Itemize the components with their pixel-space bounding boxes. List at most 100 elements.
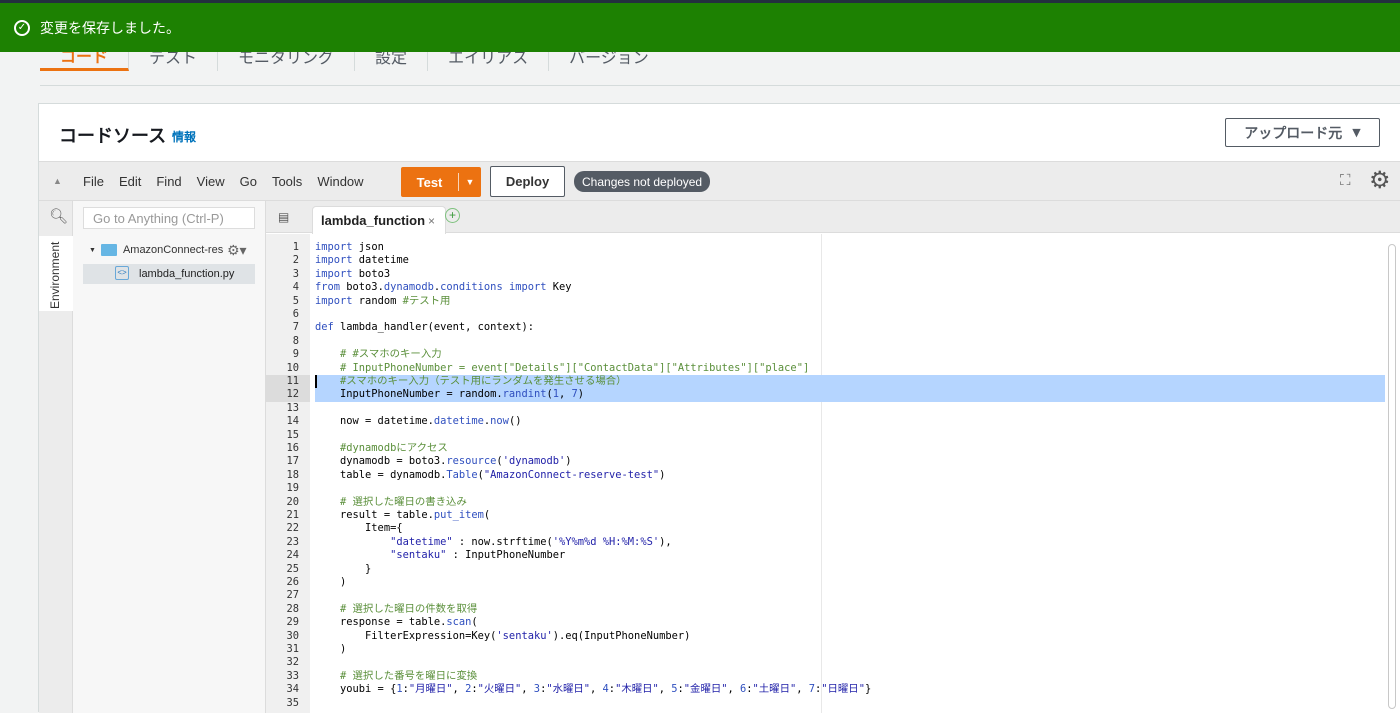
expand-arrow-icon[interactable]: ▼ xyxy=(89,247,96,254)
line-number: 23 xyxy=(286,535,299,548)
line-number: 7 xyxy=(292,321,299,334)
tab-monitoring[interactable]: モニタリング xyxy=(218,52,356,71)
tree-gear-icon[interactable]: ⚙▾ xyxy=(227,242,247,259)
line-number: 34 xyxy=(286,683,299,696)
code-line[interactable]: # 選択した番号を曜日に変換 xyxy=(315,670,477,683)
code-line[interactable]: youbi = {1:"月曜日", 2:"火曜日", 3:"水曜日", 4:"木… xyxy=(315,683,871,696)
code-line[interactable]: result = table.put_item( xyxy=(315,509,490,522)
success-flash-banner: ✓ 変更を保存しました。 xyxy=(0,3,1400,52)
panel-title: コードソース xyxy=(59,126,167,146)
line-number: 3 xyxy=(292,267,299,280)
line-number: 10 xyxy=(286,361,299,374)
menu-tools[interactable]: Tools xyxy=(272,174,302,189)
line-number: 24 xyxy=(286,549,299,562)
menu-view[interactable]: View xyxy=(197,174,225,189)
code-line[interactable]: import json xyxy=(315,241,384,254)
code-line[interactable]: dynamodb = boto3.resource('dynamodb') xyxy=(315,455,572,468)
tab-versions[interactable]: バージョン xyxy=(549,52,669,71)
code-line[interactable]: now = datetime.datetime.now() xyxy=(315,415,521,428)
tree-folder[interactable]: ▼ AmazonConnect-res xyxy=(89,244,223,256)
line-number: 18 xyxy=(286,468,299,481)
goto-anything-input[interactable]: Go to Anything (Ctrl-P) xyxy=(83,207,255,229)
line-number: 29 xyxy=(286,616,299,629)
close-tab-icon[interactable]: × xyxy=(428,214,435,228)
folder-icon xyxy=(100,244,117,256)
code-line[interactable]: ) xyxy=(315,576,346,589)
test-button[interactable]: Test ▼ xyxy=(401,167,481,197)
line-number: 21 xyxy=(286,509,299,521)
line-number: 2 xyxy=(292,254,299,267)
code-line[interactable]: import random #テスト用 xyxy=(315,295,450,308)
code-line[interactable]: "sentaku" : InputPhoneNumber xyxy=(315,549,565,562)
line-number: 5 xyxy=(292,294,299,307)
flash-message: 変更を保存しました。 xyxy=(40,19,180,36)
print-margin xyxy=(821,234,822,713)
info-link[interactable]: 情報 xyxy=(172,128,196,145)
code-line[interactable]: InputPhoneNumber = random.randint(1, 7) xyxy=(315,388,584,401)
test-button-divider xyxy=(458,173,459,191)
folder-name: AmazonConnect-res xyxy=(122,244,224,256)
environment-label: Environment xyxy=(48,241,62,309)
line-number: 16 xyxy=(286,442,299,454)
code-line[interactable]: # 選択した曜日の件数を取得 xyxy=(315,603,477,616)
code-line[interactable]: #スマホのキー入力（テスト用にランダムを発生させる場合） xyxy=(315,375,627,388)
tab-code[interactable]: コード xyxy=(40,52,130,71)
menu-file[interactable]: File xyxy=(83,174,104,189)
line-number: 11 xyxy=(286,375,299,387)
code-line[interactable]: # InputPhoneNumber = event["Details"]["C… xyxy=(315,362,809,375)
code-line[interactable]: # 選択した曜日の書き込み xyxy=(315,496,467,509)
upload-label: アップロード元 xyxy=(1244,125,1343,142)
menu-window[interactable]: Window xyxy=(317,174,363,189)
menu-edit[interactable]: Edit xyxy=(119,174,141,189)
code-line[interactable]: import datetime xyxy=(315,254,409,267)
line-number: 30 xyxy=(286,629,299,642)
test-dropdown-icon[interactable]: ▼ xyxy=(459,177,481,187)
file-tab[interactable]: lambda_function × xyxy=(312,206,446,234)
upload-from-button[interactable]: アップロード元 ▼ xyxy=(1225,118,1380,147)
code-line[interactable]: import boto3 xyxy=(315,268,390,281)
text-cursor xyxy=(315,375,317,388)
collapse-up-icon[interactable]: ▲ xyxy=(53,176,67,186)
code-line[interactable]: def lambda_handler(event, context): xyxy=(315,321,534,334)
caret-down-icon: ▼ xyxy=(1352,126,1361,139)
line-number: 26 xyxy=(286,576,299,588)
code-editor[interactable]: 1 2 3 4 5 6 7 8 9 10 11 12 13 14 15 16 17 18 19 20 21 22 23 24 2… xyxy=(266,234,1400,713)
code-line[interactable]: from boto3.dynamodb.conditions import Ke… xyxy=(315,281,572,294)
tab-test[interactable]: テスト xyxy=(129,52,219,71)
code-line[interactable]: response = table.scan( xyxy=(315,616,478,629)
gear-icon[interactable]: ⚙ xyxy=(1369,166,1391,195)
code-line[interactable]: #dynamodbにアクセス xyxy=(315,442,448,455)
code-line[interactable]: Item={ xyxy=(315,522,403,535)
vertical-scrollbar[interactable] xyxy=(1388,244,1396,709)
code-line[interactable]: ) xyxy=(315,643,346,656)
code-line[interactable]: } xyxy=(315,563,371,576)
line-number: 35 xyxy=(286,696,299,709)
environment-tab[interactable]: Environment xyxy=(39,236,73,311)
tab-aliases[interactable]: エイリアス xyxy=(428,52,550,71)
line-number: 14 xyxy=(286,415,299,428)
tree-file-item[interactable]: <> lambda_function.py xyxy=(83,264,255,284)
tab-settings[interactable]: 設定 xyxy=(355,52,429,71)
code-line[interactable]: # #スマホのキー入力 xyxy=(315,348,442,361)
file-tree: Go to Anything (Ctrl-P) ▼ AmazonConnect-… xyxy=(73,201,266,713)
fullscreen-icon[interactable]: ⛶ xyxy=(1340,172,1351,189)
search-icon[interactable]: 🔍︎ xyxy=(49,207,68,225)
code-line[interactable]: "datetime" : now.strftime('%Y%m%d %H:%M:… xyxy=(315,536,672,549)
line-number: 27 xyxy=(286,589,299,602)
new-tab-icon[interactable]: + xyxy=(445,208,460,223)
tab-list-icon[interactable]: ▤ xyxy=(278,210,289,224)
menu-go[interactable]: Go xyxy=(240,174,257,189)
line-number: 9 xyxy=(292,348,299,361)
test-label: Test xyxy=(416,174,443,190)
line-number: 6 xyxy=(292,308,299,320)
file-name: lambda_function.py xyxy=(139,268,235,280)
code-line[interactable]: table = dynamodb.Table("AmazonConnect-re… xyxy=(315,469,665,482)
code-line[interactable]: FilterExpression=Key('sentaku').eq(Input… xyxy=(315,630,690,643)
line-number: 32 xyxy=(286,656,299,669)
menu-find[interactable]: Find xyxy=(156,174,181,189)
side-strip: 🔍︎ Environment xyxy=(39,201,73,713)
line-number: 12 xyxy=(286,388,299,401)
function-tabs: コード テスト モニタリング 設定 エイリアス バージョン xyxy=(0,52,1400,86)
editor-tabbar: ▤ lambda_function × + xyxy=(266,201,1400,234)
deploy-button[interactable]: Deploy xyxy=(490,166,565,197)
